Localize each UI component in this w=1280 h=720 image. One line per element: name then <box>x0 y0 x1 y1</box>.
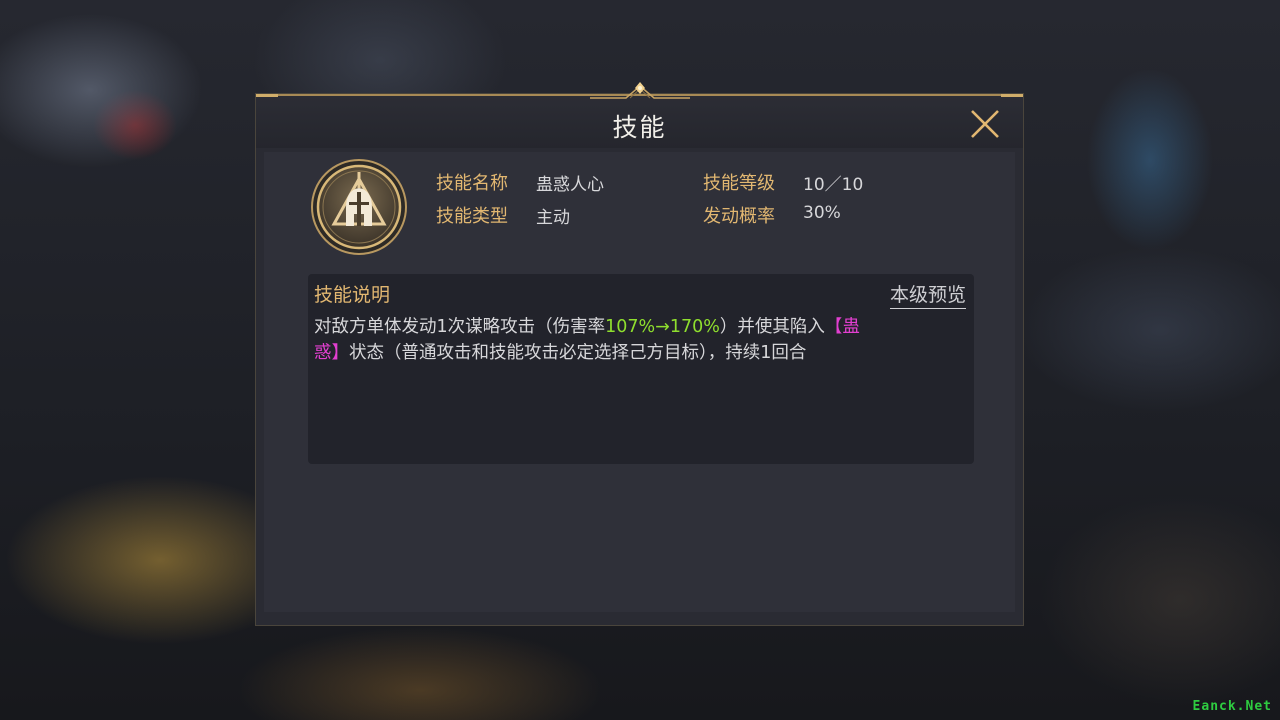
status-name-part1: 【蛊 <box>824 317 860 337</box>
skill-name-value: 蛊惑人心 <box>536 175 604 195</box>
watermark-text: Eanck.Net <box>1192 699 1272 714</box>
trigger-chance-value: 30% <box>803 203 841 223</box>
skill-description-panel: 技能说明 本级预览 对敌方单体发动1次谋略攻击（伤害率107%→170%）并使其… <box>308 274 974 464</box>
close-button[interactable] <box>969 108 1001 140</box>
spartan-helmet-emblem-icon <box>310 158 408 256</box>
description-text: 对敌方单体发动1次谋略攻击（伤害率107%→170%）并使其陷入【蛊惑】状态（普… <box>314 314 964 366</box>
skill-type-value: 主动 <box>536 208 570 228</box>
dialog-header: 技能 <box>256 82 1023 148</box>
header-diamond-ornament-icon <box>590 80 690 100</box>
desc-text-part2: ）并使其陷入 <box>719 317 825 337</box>
desc-text-part3: 状态（普通攻击和技能攻击必定选择己方目标），持续1回合 <box>349 343 807 363</box>
damage-rate-value: 107%→170% <box>605 317 720 337</box>
header-edge-ornament-left <box>256 94 278 97</box>
description-title: 技能说明 <box>314 284 391 306</box>
skill-type-label: 技能类型 <box>436 206 508 227</box>
dialog-content: 技能名称 蛊惑人心 技能等级 10／10 技能类型 主动 发动概率 30% 技能… <box>264 152 1015 612</box>
trigger-chance-label: 发动概率 <box>703 206 775 227</box>
skill-level-value: 10／10 <box>803 175 864 195</box>
status-name-part2: 惑】 <box>314 343 349 363</box>
skill-name-label: 技能名称 <box>436 173 508 194</box>
header-edge-ornament-right <box>1001 94 1023 97</box>
close-icon[interactable] <box>969 108 1001 140</box>
skill-level-label: 技能等级 <box>703 173 775 194</box>
current-level-preview-link[interactable]: 本级预览 <box>889 280 966 309</box>
desc-text-part1: 对敌方单体发动1次谋略攻击（伤害率 <box>314 317 606 337</box>
skill-dialog: 技能 技能名称 蛊惑人心 技能等级 10／10 技能类型 主动 发动概率 30%… <box>255 82 1024 626</box>
dialog-title: 技能 <box>612 113 667 142</box>
